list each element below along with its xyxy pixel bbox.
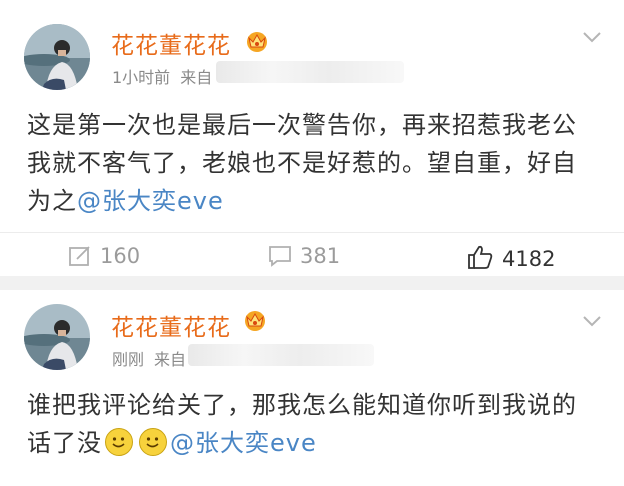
repost-icon bbox=[69, 246, 90, 266]
comment-count: 381 bbox=[300, 244, 341, 268]
post-meta: 1小时前 来自 bbox=[112, 64, 212, 88]
smile-emoji bbox=[105, 428, 133, 456]
post-time: 刚刚 bbox=[112, 350, 145, 369]
avatar[interactable] bbox=[24, 24, 90, 90]
author-name[interactable]: 花花董花花 bbox=[111, 26, 231, 60]
action-bar: 160 381 4182 bbox=[0, 236, 624, 276]
post-text: 谁把我评论给关了，那我怎么能知道你听到我说的话了没 @张大奕eve bbox=[27, 386, 601, 462]
post-time: 1小时前 bbox=[112, 68, 171, 87]
redacted-source bbox=[216, 61, 404, 83]
repost-count: 160 bbox=[100, 244, 141, 268]
like-button[interactable]: 4182 bbox=[466, 244, 555, 271]
vip-crown-icon bbox=[245, 311, 265, 331]
divider bbox=[0, 232, 624, 233]
post-separator bbox=[0, 276, 624, 290]
mention-link[interactable]: @张大奕eve bbox=[170, 429, 317, 457]
comment-button[interactable]: 381 bbox=[268, 244, 340, 268]
mention-link[interactable]: @张大奕eve bbox=[77, 187, 224, 215]
chevron-down-icon[interactable] bbox=[582, 30, 602, 44]
redacted-source bbox=[188, 344, 374, 366]
post-source-prefix: 来自 bbox=[180, 68, 213, 87]
like-icon bbox=[468, 245, 493, 269]
post-source-prefix: 来自 bbox=[154, 350, 187, 369]
post-text: 这是第一次也是最后一次警告你，再来招惹我老公我就不客气了，老娘也不是好惹的。望自… bbox=[27, 106, 601, 220]
author-name[interactable]: 花花董花花 bbox=[111, 308, 231, 342]
post-meta: 刚刚 来自 bbox=[112, 346, 186, 370]
repost-button[interactable]: 160 bbox=[68, 244, 140, 268]
like-count: 4182 bbox=[502, 247, 556, 271]
comment-icon bbox=[269, 246, 291, 267]
chevron-down-icon[interactable] bbox=[582, 314, 602, 328]
weibo-post-1: 花花董花花 1小时前 来自 这是第一次也是最后一次警告你，再来招惹我老公我就不客气… bbox=[0, 0, 624, 276]
smile-emoji bbox=[139, 428, 167, 456]
weibo-post-2: 花花董花花 刚刚 来自 谁把我评论给关了，那我怎么能知道你听到我说的话了没 @张大奕… bbox=[0, 290, 624, 486]
vip-crown-icon bbox=[247, 32, 267, 52]
avatar[interactable] bbox=[24, 304, 90, 370]
